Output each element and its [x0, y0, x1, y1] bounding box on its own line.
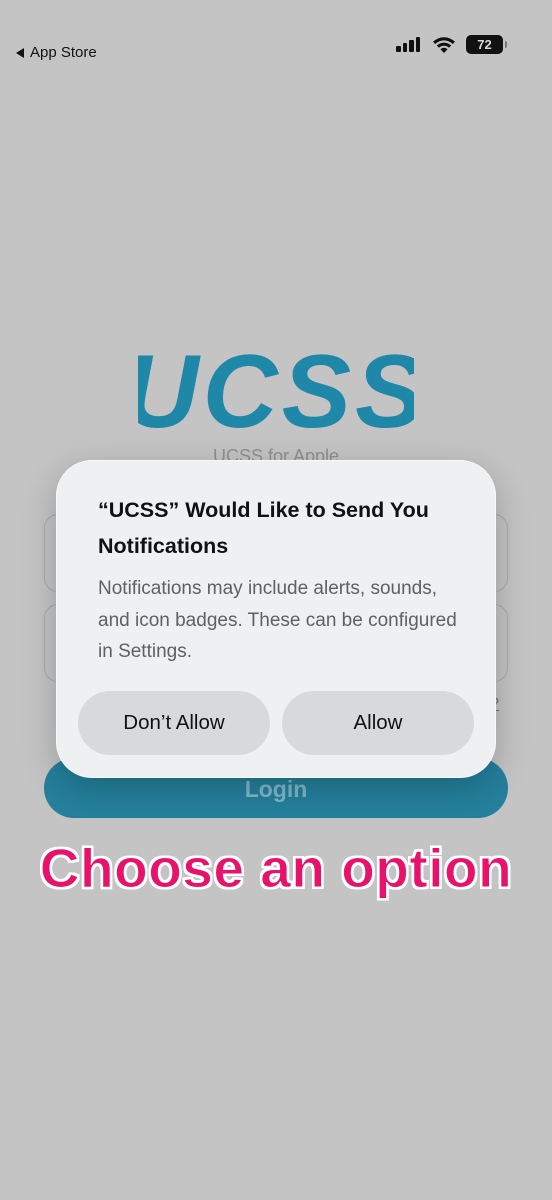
dont-allow-button[interactable]: Don’t Allow: [78, 691, 270, 755]
wifi-icon: [433, 37, 455, 53]
battery-icon: 72: [466, 35, 507, 54]
allow-button[interactable]: Allow: [282, 691, 474, 755]
battery-level: 72: [477, 37, 492, 52]
back-to-app-store[interactable]: App Store: [16, 44, 97, 61]
notification-permission-alert: “UCSS” Would Like to Send You Notificati…: [56, 460, 496, 778]
status-bar: App Store 72: [0, 0, 552, 90]
ucss-logo: UCSS: [138, 345, 414, 437]
back-label: App Store: [30, 44, 97, 61]
cellular-signal-icon: [396, 36, 422, 52]
alert-title: “UCSS” Would Like to Send You Notificati…: [98, 498, 429, 558]
back-arrow-icon: [16, 47, 24, 58]
alert-message: Notifications may include alerts, sounds…: [98, 578, 457, 662]
logo-text: UCSS: [138, 345, 414, 437]
instruction-annotation: Choose an option: [39, 837, 513, 900]
